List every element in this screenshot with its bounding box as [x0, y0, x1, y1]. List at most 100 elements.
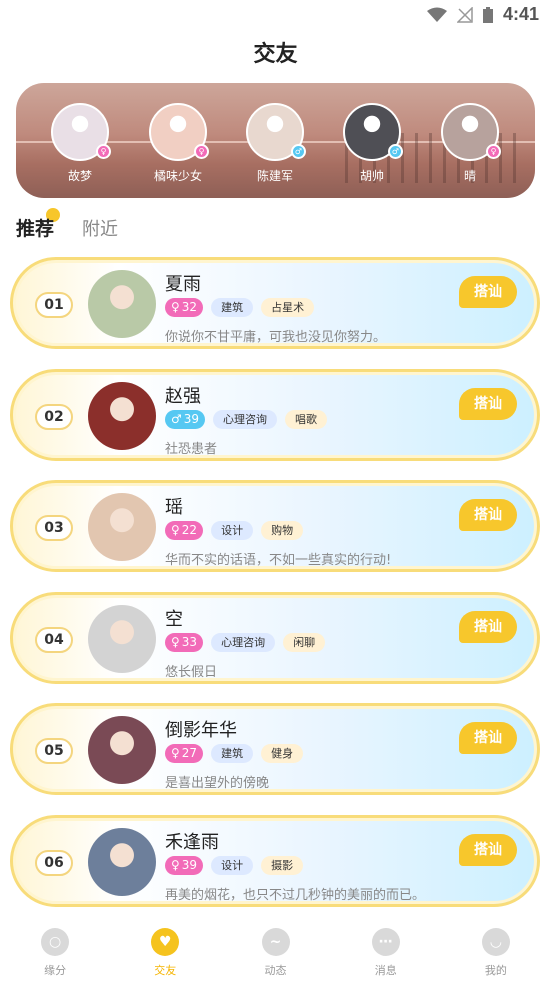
banner-user[interactable]: ♂ 胡帅	[342, 103, 403, 184]
avatar: ♂	[343, 103, 403, 161]
tab-recommend[interactable]: 推荐	[16, 208, 61, 241]
avatar: ♀	[441, 103, 501, 161]
female-icon: ♀	[171, 857, 180, 872]
interest-tag: 心理咨询	[213, 409, 278, 429]
female-icon: ♀	[171, 746, 180, 760]
user-name: 瑶	[165, 497, 183, 518]
nav-label: 动态	[264, 964, 287, 977]
user-bio: 悠长假日	[165, 664, 218, 680]
chat-up-button[interactable]: 搭讪	[459, 722, 517, 754]
chat-up-button[interactable]: 搭讪	[459, 276, 517, 308]
female-badge-icon: ♀	[486, 144, 501, 159]
age-badge: ♀ 39	[165, 855, 204, 875]
nav-item-smile[interactable]: ◡ 我的	[441, 918, 551, 983]
user-card[interactable]: 04 空 ♀ 33 心理咨询 闲聊 悠长假日 搭讪	[10, 591, 540, 684]
age-badge: ♀ 27	[165, 744, 204, 763]
rank-badge: 01	[35, 292, 73, 318]
interest-tag: 建筑	[211, 744, 254, 763]
interest-tag: 占星术	[261, 298, 315, 317]
user-bio: 再美的烟花，也只不过几秒钟的美丽的而已。	[165, 887, 426, 903]
chat-up-button[interactable]: 搭讪	[459, 610, 517, 643]
rank-badge: 06	[35, 849, 73, 876]
banner-user-name: 胡帅	[359, 169, 384, 183]
status-icons: 4:41	[426, 4, 539, 25]
banner-user-name: 故梦	[67, 169, 92, 183]
interest-tag: 设计	[211, 855, 254, 875]
page-title: 交友	[253, 42, 298, 67]
circle-icon: ○	[41, 928, 70, 956]
banner-user[interactable]: ♀ 故梦	[50, 103, 111, 184]
wifi-icon	[426, 7, 447, 22]
banner-user[interactable]: ♀ 晴	[440, 103, 501, 184]
age-value: 33	[181, 634, 198, 649]
banner-user-name: 陈建军	[256, 169, 293, 183]
user-card[interactable]: 03 瑶 ♀ 22 设计 购物 华而不实的话语，不如一些真实的行动! 搭讪	[10, 480, 540, 572]
featured-users-banner: ♀ 故梦 ♀ 橘味少女 ♂ 陈建军 ♂ 胡帅 ♀ 晴	[16, 83, 535, 198]
user-name: 赵强	[165, 385, 201, 407]
age-value: 22	[181, 523, 198, 537]
interest-tag: 摄影	[261, 855, 304, 875]
chat-icon: ⋯	[371, 928, 400, 956]
chat-up-button[interactable]: 搭讪	[459, 387, 517, 420]
avatar[interactable]	[88, 827, 156, 896]
avatar[interactable]	[88, 493, 156, 561]
avatar[interactable]	[88, 604, 156, 673]
user-bio: 你说你不甘平庸，可我也没见你努力。	[165, 330, 387, 345]
nav-item-heart[interactable]: ♥ 交友	[110, 918, 220, 983]
interest-tag: 建筑	[211, 298, 254, 317]
status-bar: 4:41	[0, 0, 551, 30]
no-signal-icon	[456, 6, 473, 23]
banner-user[interactable]: ♀ 橘味少女	[148, 103, 209, 184]
female-badge-icon: ♀	[96, 144, 111, 159]
interest-tag: 健身	[261, 744, 304, 763]
female-icon: ♀	[171, 634, 180, 649]
female-icon: ♀	[171, 523, 180, 537]
age-value: 39	[181, 857, 198, 872]
user-name: 禾逢雨	[165, 831, 219, 853]
tag-row: ♀ 32 建筑 占星术	[165, 298, 315, 317]
tag-row: ♂ 39 心理咨询 唱歌	[165, 409, 328, 429]
interest-tag: 购物	[261, 521, 304, 540]
nav-item-wave[interactable]: ~ 动态	[220, 918, 330, 983]
banner-user-name: 橘味少女	[153, 169, 202, 183]
user-name: 空	[165, 608, 183, 630]
chat-up-button[interactable]: 搭讪	[459, 499, 517, 531]
user-card[interactable]: 05 倒影年华 ♀ 27 建筑 健身 是喜出望外的傍晚 搭讪	[10, 703, 540, 795]
user-bio: 是喜出望外的傍晚	[165, 776, 270, 791]
user-name: 夏雨	[165, 274, 201, 295]
nav-item-circle[interactable]: ○ 缘分	[0, 918, 110, 983]
heart-icon: ♥	[151, 928, 180, 956]
male-badge-icon: ♂	[388, 144, 403, 159]
rank-badge: 04	[35, 626, 73, 653]
age-badge: ♂ 39	[165, 409, 206, 429]
banner-user-name: 晴	[463, 169, 476, 183]
avatar: ♀	[51, 103, 111, 161]
age-badge: ♀ 32	[165, 298, 204, 317]
chat-up-button[interactable]: 搭讪	[459, 833, 517, 866]
tag-row: ♀ 27 建筑 健身	[165, 744, 304, 763]
user-card[interactable]: 01 夏雨 ♀ 32 建筑 占星术你说你不甘平庸，可我也没见你努力。 搭讪	[10, 257, 540, 349]
rank-badge: 02	[35, 403, 73, 430]
nav-item-chat[interactable]: ⋯ 消息	[331, 918, 441, 983]
age-value: 39	[183, 411, 200, 426]
battery-icon	[482, 6, 493, 23]
bottom-nav: ○ 缘分 ♥ 交友 ~ 动态 ⋯ 消息 ◡ 我的	[0, 918, 551, 983]
tab-nearby[interactable]: 附近	[82, 215, 118, 241]
user-bio: 华而不实的话语，不如一些真实的行动!	[165, 553, 392, 568]
nav-label: 我的	[484, 964, 507, 977]
avatar[interactable]	[88, 381, 156, 450]
tag-row: ♀ 22 设计 购物	[165, 521, 304, 540]
avatar: ♀	[149, 103, 209, 161]
nav-label: 交友	[154, 964, 177, 977]
age-badge: ♀ 33	[165, 632, 204, 652]
nav-label: 消息	[374, 964, 397, 977]
avatar[interactable]	[88, 716, 156, 784]
tag-row: ♀ 39 设计 摄影	[165, 855, 304, 875]
avatar[interactable]	[88, 270, 156, 338]
male-badge-icon: ♂	[291, 144, 306, 159]
banner-user[interactable]: ♂ 陈建军	[245, 103, 306, 184]
user-card[interactable]: 06 禾逢雨 ♀ 39 设计 摄影 再美的烟花，也只不过几秒钟的美丽的而已。 搭讪	[10, 814, 540, 907]
user-card[interactable]: 02 赵强 ♂ 39 心理咨询 唱歌 社恐患者 搭讪	[10, 368, 540, 461]
age-value: 27	[181, 746, 198, 760]
interest-tag: 唱歌	[285, 409, 328, 429]
